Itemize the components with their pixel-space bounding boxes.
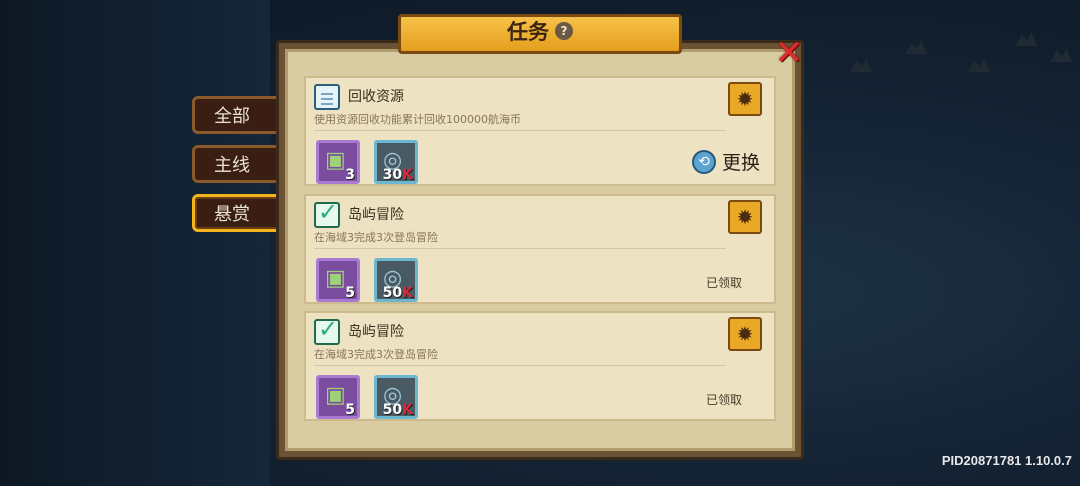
reward-count: 30K	[382, 167, 413, 183]
divider	[314, 130, 726, 131]
gear-icon: ✹	[736, 205, 754, 229]
swap-icon: ⟲	[691, 149, 716, 174]
rock-decoration	[968, 58, 990, 72]
quest-description: 在海域3完成3次登岛冒险	[314, 231, 438, 244]
reward-tank[interactable]: ▣ 3	[316, 140, 360, 184]
panel-title: 任务 ?	[398, 14, 682, 48]
reward-coin[interactable]: ◎ 30K	[374, 140, 418, 184]
reward-tank[interactable]: ▣ 5	[316, 375, 360, 419]
reward-count: 3	[345, 167, 355, 183]
check-icon	[314, 315, 340, 345]
rock-decoration	[1050, 48, 1072, 62]
quest-description: 使用资源回收功能累计回收100000航海币	[314, 113, 521, 126]
gear-button[interactable]: ✹	[728, 200, 762, 234]
gear-icon: ✹	[736, 322, 754, 346]
rock-decoration	[850, 58, 872, 72]
reward-count: 5	[345, 285, 355, 301]
claimed-status: 已领取	[705, 276, 742, 290]
reward-count: 50K	[382, 402, 413, 418]
question-icon[interactable]: ?	[555, 22, 573, 40]
gear-button[interactable]: ✹	[728, 317, 762, 351]
background-left	[0, 0, 270, 486]
rock-decoration	[1015, 32, 1037, 46]
panel-title-text: 任务	[507, 20, 549, 44]
tab-all[interactable]: 全部	[192, 96, 284, 134]
close-button[interactable]: ✕	[774, 36, 804, 70]
tab-main-label: 主线	[214, 155, 250, 176]
reward-count: 50K	[382, 285, 413, 301]
tab-bounty[interactable]: 悬赏	[192, 194, 284, 232]
tab-bounty-label: 悬赏	[214, 204, 250, 225]
tab-all-label: 全部	[214, 106, 250, 127]
divider	[314, 248, 726, 249]
check-icon	[314, 198, 340, 228]
gear-button[interactable]: ✹	[728, 82, 762, 116]
gear-icon: ✹	[736, 87, 754, 111]
tank-icon: ▣	[325, 266, 346, 291]
reward-coin[interactable]: ◎ 50K	[374, 258, 418, 302]
tank-icon: ▣	[325, 383, 346, 408]
reward-coin[interactable]: ◎ 50K	[374, 375, 418, 419]
quest-title: 回收资源	[348, 89, 404, 105]
quest-description: 在海域3完成3次登岛冒险	[314, 348, 438, 361]
reward-count: 5	[345, 402, 355, 418]
reward-tank[interactable]: ▣ 5	[316, 258, 360, 302]
swap-button[interactable]: ⟲ 更换	[691, 148, 760, 175]
swap-label: 更换	[721, 152, 760, 174]
document-icon	[314, 84, 340, 110]
player-id-version: PID20871781 1.10.0.7	[941, 453, 1072, 468]
divider	[314, 365, 726, 366]
quest-title: 岛屿冒险	[348, 324, 404, 340]
tank-icon: ▣	[325, 148, 346, 173]
quest-card: 回收资源 使用资源回收功能累计回收100000航海币 ✹ ▣ 3 ◎ 30K ⟲…	[304, 76, 776, 186]
quest-card: 岛屿冒险 在海域3完成3次登岛冒险 ✹ ▣ 5 ◎ 50K 已领取	[304, 311, 776, 421]
quest-card: 岛屿冒险 在海域3完成3次登岛冒险 ✹ ▣ 5 ◎ 50K 已领取	[304, 194, 776, 304]
claimed-status: 已领取	[705, 393, 742, 407]
tab-main[interactable]: 主线	[192, 145, 284, 183]
rock-decoration	[905, 40, 927, 54]
quest-title: 岛屿冒险	[348, 207, 404, 223]
